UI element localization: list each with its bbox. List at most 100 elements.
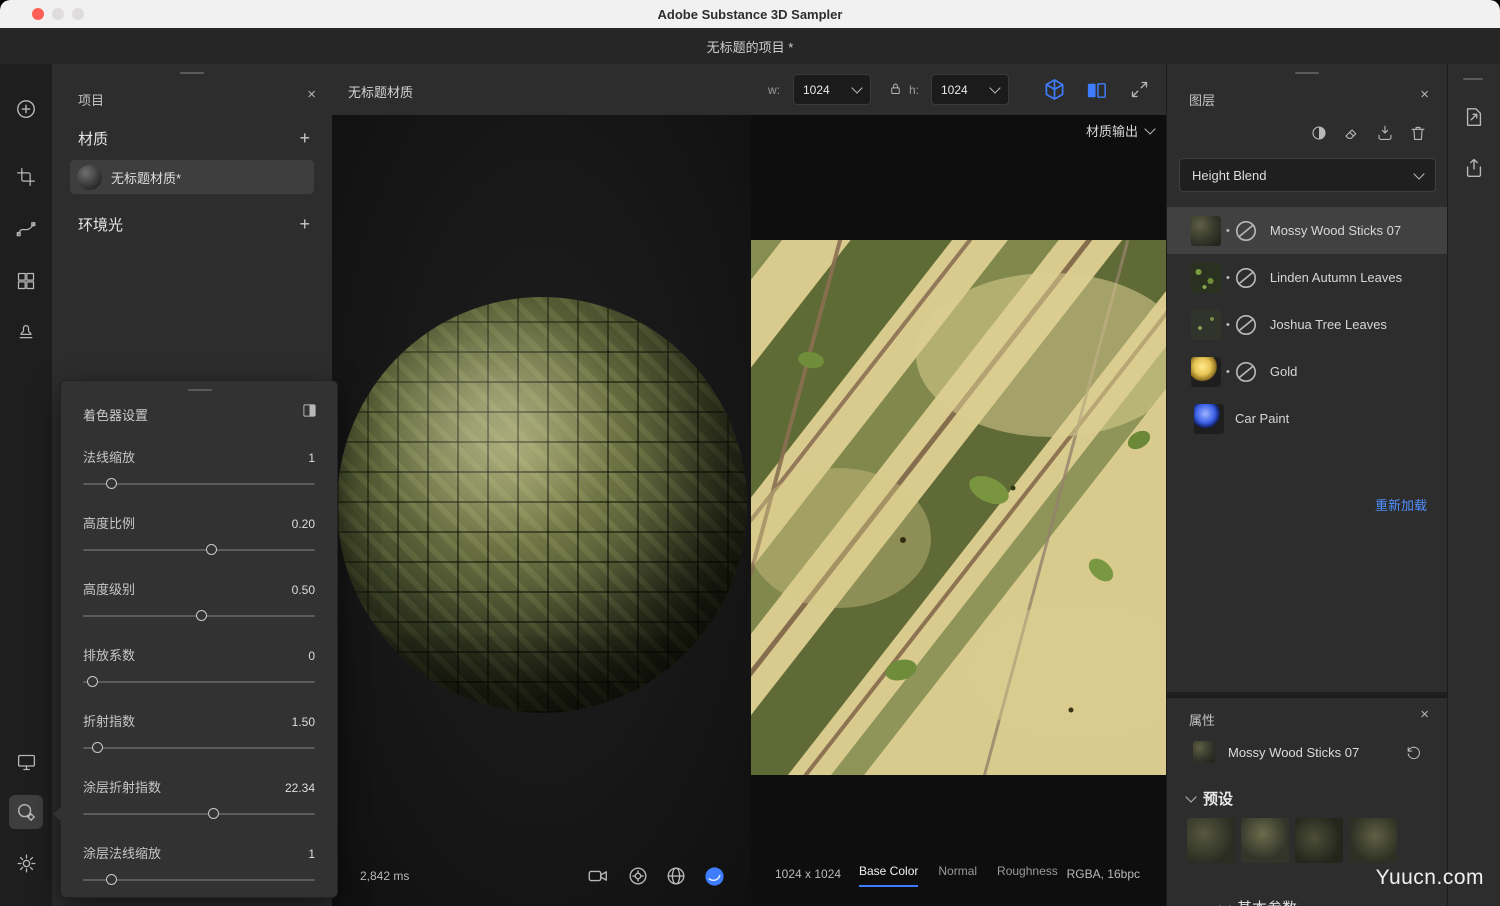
slider-value[interactable]: 0.20	[292, 517, 315, 531]
lock-ratio-icon[interactable]	[888, 81, 903, 96]
texture-preview-image[interactable]	[751, 240, 1166, 775]
slider-thumb[interactable]	[106, 478, 117, 489]
zoom-window-button[interactable]	[72, 8, 84, 20]
slider-track[interactable]	[83, 879, 315, 881]
slider-track[interactable]	[83, 747, 315, 749]
layer-row[interactable]: Car Paint	[1167, 395, 1448, 442]
fullscreen-icon[interactable]	[1129, 79, 1150, 100]
slider-track[interactable]	[83, 681, 315, 683]
camera-icon[interactable]	[587, 865, 609, 887]
layer-name: Joshua Tree Leaves	[1270, 317, 1387, 332]
slider-value[interactable]: 1	[308, 847, 315, 861]
preferences-button[interactable]	[9, 846, 43, 880]
layer-name: Car Paint	[1235, 411, 1289, 426]
trash-icon[interactable]	[1409, 124, 1427, 142]
layer-row[interactable]: • Linden Autumn Leaves	[1167, 254, 1448, 301]
add-environment-icon[interactable]: +	[299, 214, 310, 235]
slider-value[interactable]: 1	[308, 451, 315, 465]
shader-settings-button[interactable]	[9, 795, 43, 829]
stamp-tool-button[interactable]	[9, 314, 43, 348]
slider-thumb[interactable]	[208, 808, 219, 819]
material-output-dropdown[interactable]: 材质输出	[1086, 121, 1154, 140]
view-3d-toggle-icon[interactable]	[1042, 77, 1067, 102]
material-sphere-icon[interactable]	[1233, 218, 1259, 244]
material-preview-sphere[interactable]	[337, 297, 747, 713]
blend-mode-dropdown[interactable]: Height Blend	[1179, 158, 1436, 192]
crop-tool-button[interactable]	[9, 160, 43, 194]
project-tab[interactable]: 无标题的项目 *	[707, 37, 794, 56]
preset-thumbnail[interactable]	[1187, 818, 1235, 863]
panel-dock-icon[interactable]	[302, 403, 317, 418]
reset-icon[interactable]	[1405, 744, 1422, 761]
panel-drag-handle[interactable]	[188, 389, 212, 391]
close-icon[interactable]: ×	[307, 86, 316, 103]
close-icon[interactable]: ×	[1420, 86, 1429, 103]
panel-drag-handle[interactable]	[1463, 78, 1483, 80]
preset-thumbnail[interactable]	[1295, 818, 1343, 863]
panel-drag-handle[interactable]	[180, 72, 204, 74]
material-thumbnail	[77, 165, 102, 190]
presets-section-header[interactable]: 预设	[1187, 788, 1233, 809]
material-list-item[interactable]: 无标题材质*	[70, 160, 314, 194]
material-sphere-icon[interactable]	[1233, 265, 1259, 291]
crop-icon	[16, 167, 36, 187]
slider-thumb[interactable]	[106, 874, 117, 885]
width-select[interactable]: 1024	[793, 74, 871, 105]
slider-thumb[interactable]	[92, 742, 103, 753]
preset-thumbnail[interactable]	[1349, 818, 1397, 863]
close-window-button[interactable]	[32, 8, 44, 20]
tab-roughness[interactable]: Roughness	[997, 864, 1058, 887]
preset-thumbnail[interactable]	[1241, 818, 1289, 863]
slider-track[interactable]	[83, 813, 315, 815]
minimize-window-button[interactable]	[52, 8, 64, 20]
environment-globe-icon[interactable]	[665, 865, 687, 887]
split-view-toggle-icon[interactable]	[1085, 79, 1108, 102]
opacity-icon[interactable]	[1310, 124, 1328, 142]
curve-tool-button[interactable]	[9, 212, 43, 246]
layer-row[interactable]: • Gold	[1167, 348, 1448, 395]
watermark: Yuucn.com	[1376, 866, 1484, 890]
properties-panel-title: 属性	[1189, 710, 1215, 729]
add-material-icon[interactable]: +	[299, 128, 310, 149]
slider-value[interactable]: 22.34	[285, 781, 315, 795]
chevron-down-icon	[1219, 900, 1230, 906]
basic-parameters-section-header[interactable]: 基本参数	[1221, 897, 1297, 906]
tab-normal[interactable]: Normal	[938, 864, 977, 887]
viewport-display-settings-button[interactable]	[9, 745, 43, 779]
layers-panel-title: 图层	[1189, 90, 1215, 109]
slider-value[interactable]: 0.50	[292, 583, 315, 597]
slider-thumb[interactable]	[87, 676, 98, 687]
eraser-icon[interactable]	[1343, 124, 1361, 142]
viewport-3d[interactable]: 2,842 ms	[332, 115, 751, 906]
layer-row[interactable]: • Joshua Tree Leaves	[1167, 301, 1448, 348]
environment-section-header: 环境光 +	[78, 214, 310, 235]
layer-row[interactable]: • Mossy Wood Sticks 07	[1167, 207, 1448, 254]
share-export-icon[interactable]	[1463, 157, 1485, 179]
height-select[interactable]: 1024	[931, 74, 1009, 105]
reload-link[interactable]: 重新加载	[1375, 495, 1427, 514]
tiling-tool-button[interactable]	[9, 264, 43, 298]
material-sphere-icon[interactable]	[1233, 359, 1259, 385]
tab-base-color[interactable]: Base Color	[859, 864, 918, 887]
render-settings-icon[interactable]	[627, 865, 649, 887]
slider-track[interactable]	[83, 549, 315, 551]
close-icon[interactable]: ×	[1420, 706, 1429, 723]
panel-drag-handle[interactable]	[1295, 72, 1319, 74]
slider-thumb[interactable]	[196, 610, 207, 621]
slider-value[interactable]: 0	[308, 649, 315, 663]
import-icon[interactable]	[1376, 124, 1394, 142]
material-ball-toggle-icon[interactable]	[703, 865, 726, 888]
export-preset-icon[interactable]	[1463, 106, 1485, 128]
height-value: 1024	[941, 83, 968, 97]
material-sphere-icon[interactable]	[1233, 312, 1259, 338]
slider-track[interactable]	[83, 483, 315, 485]
slider-label: 法线缩放	[83, 447, 135, 466]
slider-track[interactable]	[83, 615, 315, 617]
add-resource-button[interactable]	[9, 92, 43, 126]
left-toolbar	[0, 64, 53, 906]
slider-value[interactable]: 1.50	[292, 715, 315, 729]
viewport-2d[interactable]: 材质输出	[751, 115, 1166, 906]
slider-thumb[interactable]	[206, 544, 217, 555]
slider-ior: 折射指数1.50	[83, 701, 315, 767]
stamp-icon	[16, 321, 36, 341]
